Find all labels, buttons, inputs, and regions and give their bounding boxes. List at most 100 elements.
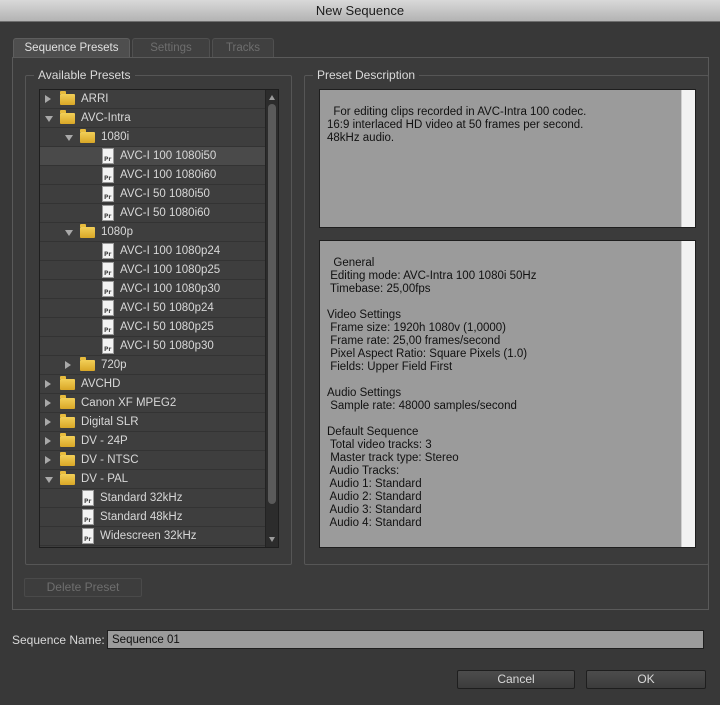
disclosure-right-icon[interactable]: [45, 437, 51, 445]
folder-icon: [60, 471, 75, 485]
tree-item-label: Digital SLR: [81, 416, 139, 428]
tree-folder-row[interactable]: AVCHD: [40, 375, 266, 394]
tree-item-label: AVC-I 100 1080p30: [120, 283, 221, 295]
tree-preset-row[interactable]: Pr AVC-I 50 1080p24: [40, 299, 266, 318]
tree-folder-row[interactable]: 1080i: [40, 128, 266, 147]
disclosure-right-icon[interactable]: [45, 95, 51, 103]
tree-item-label: 1080p: [101, 226, 133, 238]
tree-item-label: ARRI: [81, 93, 109, 105]
ok-button[interactable]: OK: [586, 670, 706, 689]
preset-file-icon: Pr: [102, 243, 114, 259]
details-scroll-strip: [681, 241, 695, 547]
tree-preset-row[interactable]: Pr AVC-I 100 1080i60: [40, 166, 266, 185]
disclosure-right-icon[interactable]: [45, 380, 51, 388]
presets-scrollbar[interactable]: [265, 90, 278, 547]
delete-preset-button[interactable]: Delete Preset: [24, 578, 142, 597]
tree-folder-row[interactable]: AVC-Intra: [40, 109, 266, 128]
tree-item-label: AVC-I 50 1080i50: [120, 188, 210, 200]
disclosure-down-icon[interactable]: [65, 230, 73, 236]
tree-preset-row[interactable]: Pr Standard 32kHz: [40, 489, 266, 508]
tree-item-label: DV - 24P: [81, 435, 128, 447]
tree-item-label: DV - NTSC: [81, 454, 139, 466]
tree-item-label: AVC-I 100 1080i50: [120, 150, 217, 162]
tree-item-label: AVC-I 50 1080p30: [120, 340, 214, 352]
tab-settings[interactable]: Settings: [132, 38, 210, 58]
tree-item-label: DV - PAL: [81, 473, 129, 485]
tree-preset-row[interactable]: Pr Standard 48kHz: [40, 508, 266, 527]
folder-icon: [80, 357, 95, 371]
tree-item-label: 1080i: [101, 131, 130, 143]
preset-file-icon: Pr: [102, 281, 114, 297]
tree-preset-row[interactable]: Pr AVC-I 50 1080p25: [40, 318, 266, 337]
preset-summary-text: For editing clips recorded in AVC-Intra …: [327, 106, 587, 144]
preset-file-icon: Pr: [102, 148, 114, 164]
scroll-thumb[interactable]: [268, 104, 276, 504]
tree-folder-row[interactable]: DV - NTSC: [40, 451, 266, 470]
preset-file-icon: Pr: [102, 319, 114, 335]
scroll-up-arrow-icon[interactable]: [269, 95, 275, 100]
tree-preset-row[interactable]: Pr AVC-I 50 1080p30: [40, 337, 266, 356]
tree-folder-row[interactable]: DV - 24P: [40, 432, 266, 451]
tree-item-label: AVC-I 100 1080p25: [120, 264, 221, 276]
scroll-down-arrow-icon[interactable]: [269, 537, 275, 542]
tree-preset-row[interactable]: Pr AVC-I 50 1080i50: [40, 185, 266, 204]
tree-item-label: Canon XF MPEG2: [81, 397, 177, 409]
preset-details-box: General Editing mode: AVC-Intra 100 1080…: [319, 240, 696, 548]
preset-file-icon: Pr: [82, 509, 94, 525]
tree-preset-row[interactable]: Pr AVC-I 100 1080p25: [40, 261, 266, 280]
preset-file-icon: Pr: [82, 528, 94, 544]
preset-file-icon: Pr: [102, 186, 114, 202]
window-titlebar: New Sequence: [0, 0, 720, 22]
tree-preset-row[interactable]: Pr Widescreen 32kHz: [40, 527, 266, 546]
preset-summary-box: For editing clips recorded in AVC-Intra …: [319, 89, 696, 228]
tree-folder-row[interactable]: 720p: [40, 356, 266, 375]
tree-item-label: AVC-I 100 1080p24: [120, 245, 221, 257]
disclosure-down-icon[interactable]: [45, 477, 53, 483]
preset-file-icon: Pr: [82, 490, 94, 506]
cancel-button[interactable]: Cancel: [457, 670, 575, 689]
tree-preset-row[interactable]: Pr AVC-I 100 1080p30: [40, 280, 266, 299]
tree-item-label: Standard 48kHz: [100, 511, 183, 523]
preset-file-icon: Pr: [102, 262, 114, 278]
tree-folder-row[interactable]: Canon XF MPEG2: [40, 394, 266, 413]
summary-scroll-strip: [681, 90, 695, 227]
tree-item-label: AVCHD: [81, 378, 121, 390]
disclosure-down-icon[interactable]: [65, 135, 73, 141]
folder-icon: [60, 433, 75, 447]
preset-description-title: Preset Description: [313, 68, 420, 82]
folder-icon: [60, 414, 75, 428]
tree-item-label: AVC-I 50 1080p25: [120, 321, 214, 333]
available-presets-title: Available Presets: [34, 68, 135, 82]
preset-file-icon: Pr: [102, 167, 114, 183]
folder-icon: [60, 91, 75, 105]
tree-folder-row[interactable]: 1080p: [40, 223, 266, 242]
folder-icon: [60, 110, 75, 124]
tab-tracks[interactable]: Tracks: [212, 38, 274, 58]
disclosure-right-icon[interactable]: [45, 399, 51, 407]
folder-icon: [60, 395, 75, 409]
tree-item-label: AVC-I 50 1080i60: [120, 207, 210, 219]
presets-tree[interactable]: Pr Widescreen 32kHz Pr Standard 48kHz Pr Stan…: [39, 89, 279, 548]
disclosure-right-icon[interactable]: [45, 456, 51, 464]
folder-icon: [60, 376, 75, 390]
window-title: New Sequence: [315, 3, 405, 18]
sequence-name-label: Sequence Name:: [12, 633, 105, 647]
tree-item-label: Widescreen 32kHz: [100, 530, 197, 542]
tab-sequence-presets[interactable]: Sequence Presets: [13, 38, 130, 59]
tree-preset-row[interactable]: Pr AVC-I 50 1080i60: [40, 204, 266, 223]
tree-folder-row[interactable]: Digital SLR: [40, 413, 266, 432]
tree-folder-row[interactable]: DV - PAL: [40, 470, 266, 489]
folder-icon: [80, 129, 95, 143]
preset-file-icon: Pr: [102, 205, 114, 221]
preset-file-icon: Pr: [102, 338, 114, 354]
tree-folder-row[interactable]: ARRI: [40, 90, 266, 109]
disclosure-right-icon[interactable]: [65, 361, 71, 369]
preset-file-icon: Pr: [102, 300, 114, 316]
tree-item-label: 720p: [101, 359, 127, 371]
tree-preset-row[interactable]: Pr AVC-I 100 1080i50: [40, 147, 266, 166]
preset-details-text: General Editing mode: AVC-Intra 100 1080…: [327, 257, 537, 529]
sequence-name-input[interactable]: [107, 630, 704, 649]
disclosure-down-icon[interactable]: [45, 116, 53, 122]
tree-preset-row[interactable]: Pr AVC-I 100 1080p24: [40, 242, 266, 261]
disclosure-right-icon[interactable]: [45, 418, 51, 426]
